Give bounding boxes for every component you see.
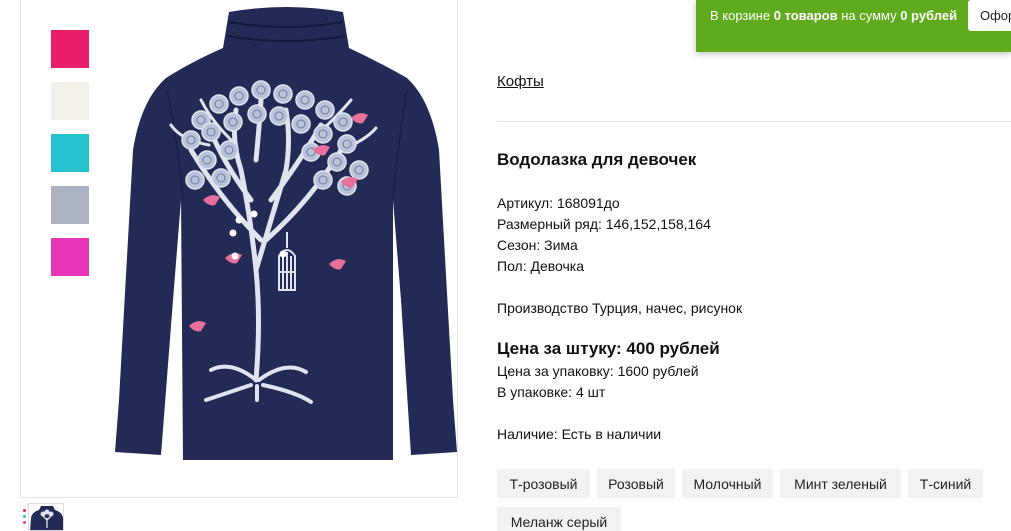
variant-milk[interactable]: Молочный <box>682 469 773 498</box>
price-per-unit: Цена за штуку: 400 рублей <box>497 339 720 358</box>
variant-t-pink[interactable]: Т-розовый <box>497 469 590 498</box>
pack-size: В упаковке: 4 шт <box>497 384 606 400</box>
cart-item-count: 0 товаров <box>773 8 838 23</box>
variant-melange-grey[interactable]: Меланж серый <box>497 507 621 531</box>
swatch-grey[interactable] <box>51 186 89 224</box>
breadcrumb-category-link[interactable]: Кофты <box>497 73 544 90</box>
product-season: Сезон: Зима <box>497 237 578 253</box>
swatch-milk[interactable] <box>51 82 89 120</box>
product-thumbnail[interactable] <box>28 503 64 531</box>
thumbnail-color-dots <box>23 509 27 527</box>
product-production: Производство Турция, начес, рисунок <box>497 300 743 316</box>
product-sizes: Размерный ряд: 146,152,158,164 <box>497 216 711 232</box>
variant-t-blue[interactable]: Т-синий <box>908 469 983 498</box>
variant-pink[interactable]: Розовый <box>597 469 675 498</box>
cart-summary-text: В корзине 0 товаров на сумму 0 рублей <box>710 8 958 23</box>
turtleneck-image <box>115 7 457 460</box>
color-swatches <box>51 30 91 290</box>
product-gender: Пол: Девочка <box>497 258 585 274</box>
product-image-frame[interactable] <box>20 0 458 498</box>
availability: Наличие: Есть в наличии <box>497 426 662 442</box>
cart-summary-bar: В корзине 0 товаров на сумму 0 рублей Оф… <box>696 0 1011 52</box>
divider <box>497 121 1011 122</box>
swatch-pink[interactable] <box>51 30 89 68</box>
product-article: Артикул: 168091до <box>497 195 620 211</box>
thumbnail-strip <box>20 503 120 531</box>
swatch-mint[interactable] <box>51 134 89 172</box>
product-title: Водолазка для девочек <box>497 150 697 169</box>
variant-mint-green[interactable]: Минт зеленый <box>780 469 901 498</box>
cart-total-sum: 0 рублей <box>900 8 958 23</box>
price-per-pack: Цена за упаковку: 1600 рублей <box>497 363 699 379</box>
swatch-magenta[interactable] <box>51 238 89 276</box>
checkout-button[interactable]: Оформить <box>968 0 1011 31</box>
